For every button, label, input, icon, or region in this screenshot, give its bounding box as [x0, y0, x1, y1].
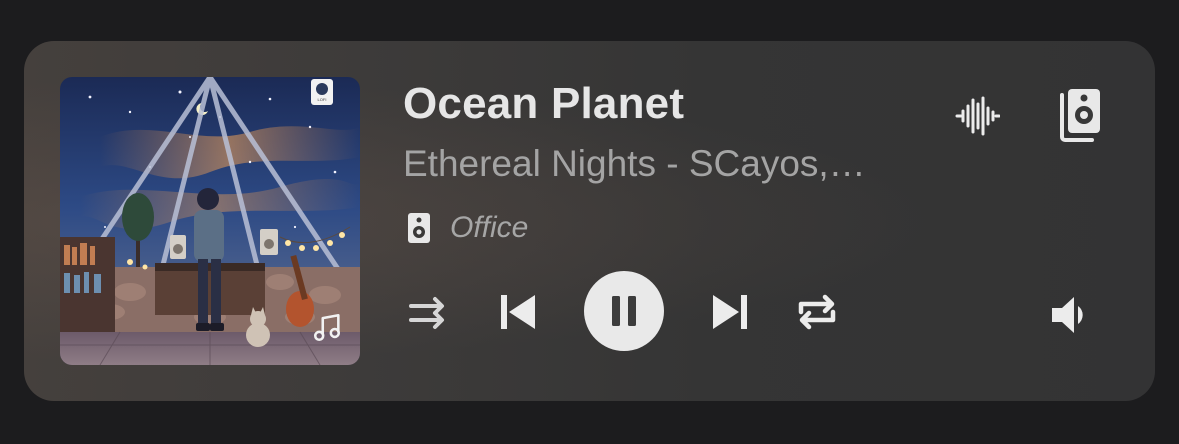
waveform-button[interactable] [952, 93, 1002, 139]
playback-source[interactable]: Office [408, 211, 528, 245]
play-pause-button[interactable] [584, 271, 664, 351]
previous-button[interactable] [492, 287, 542, 337]
skip-previous-icon [501, 295, 535, 329]
repeat-button[interactable] [792, 287, 842, 337]
pause-icon [612, 296, 636, 326]
volume-button[interactable] [1044, 291, 1096, 339]
shuffle-button[interactable] [404, 291, 452, 335]
track-title: Ocean Planet [403, 79, 685, 128]
next-button[interactable] [706, 287, 756, 337]
media-player-card[interactable]: LOFI Ocean Planet Ethereal Nights - SCay… [24, 41, 1155, 401]
speaker-group-icon [1060, 89, 1100, 142]
waveform-icon [955, 96, 1000, 136]
source-label: Office [450, 211, 529, 244]
track-artist: Ethereal Nights - SCayos,… [403, 143, 866, 184]
badge-text: LOFI [318, 97, 327, 102]
music-note-icon [313, 313, 341, 342]
repeat-icon [798, 294, 836, 330]
shuffle-icon [409, 297, 444, 329]
volume-icon [1052, 297, 1083, 333]
speaker-group-button[interactable] [1054, 85, 1106, 145]
album-art[interactable]: LOFI [60, 77, 360, 365]
skip-next-icon [713, 295, 747, 329]
speaker-icon [408, 213, 430, 243]
